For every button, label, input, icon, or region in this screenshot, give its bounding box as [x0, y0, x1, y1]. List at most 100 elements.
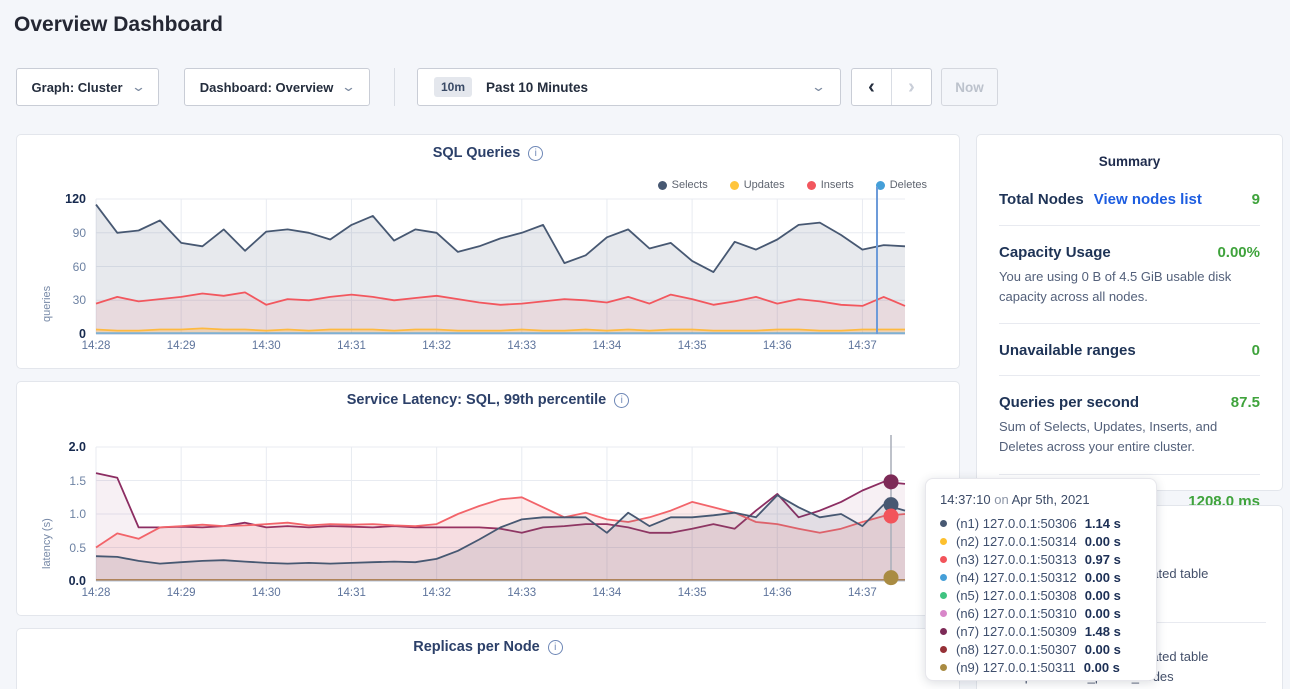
tooltip-node-row: (n3) 127.0.0.1:50313 0.97 s	[940, 550, 1142, 568]
x-axis-tick: 14:35	[662, 340, 722, 352]
divider	[999, 225, 1260, 226]
node-address: (n8) 127.0.0.1:50307	[956, 642, 1077, 657]
node-color-dot-icon	[940, 646, 947, 653]
queries-per-second-description: Sum of Selects, Updates, Inserts, and De…	[977, 411, 1282, 457]
y-axis-tick: 120	[40, 192, 86, 206]
dashboard-dropdown-label: Dashboard: Overview	[200, 80, 334, 95]
node-color-dot-icon	[940, 574, 947, 581]
capacity-usage-value: 0.00%	[1217, 244, 1260, 261]
y-axis-tick: 0.0	[40, 574, 86, 588]
x-axis-tick: 14:32	[407, 587, 467, 599]
queries-per-second-value: 87.5	[1231, 394, 1260, 411]
x-axis-tick: 14:28	[66, 587, 126, 599]
tooltip-timestamp: 14:37:10 on Apr 5th, 2021	[940, 492, 1142, 507]
queries-per-second-label: Queries per second	[999, 394, 1139, 411]
x-axis-tick: 14:33	[492, 587, 552, 599]
x-axis-tick: 14:36	[747, 340, 807, 352]
node-color-dot-icon	[940, 592, 947, 599]
chart-hover-tooltip: 14:37:10 on Apr 5th, 2021 (n1) 127.0.0.1…	[925, 478, 1157, 681]
node-address: (n7) 127.0.0.1:50309	[956, 624, 1077, 639]
x-axis-tick: 14:37	[832, 587, 892, 599]
tooltip-node-row: (n9) 127.0.0.1:50311 0.00 s	[940, 658, 1142, 676]
y-axis-label: latency (s)	[41, 465, 53, 569]
y-axis-tick: 2.0	[40, 440, 86, 454]
chevron-down-icon: ⌄	[811, 79, 826, 95]
chart-title: Replicas per Nodei	[17, 639, 959, 655]
capacity-usage-label: Capacity Usage	[999, 244, 1111, 261]
summary-title: Summary	[977, 135, 1282, 169]
time-range-badge: 10m	[434, 77, 472, 97]
prev-range-button[interactable]: ‹	[852, 69, 891, 105]
divider	[999, 323, 1260, 324]
view-nodes-list-link[interactable]: View nodes list	[1094, 191, 1202, 208]
node-address: (n2) 127.0.0.1:50314	[956, 534, 1077, 549]
node-address: (n6) 127.0.0.1:50310	[956, 606, 1077, 621]
x-axis-tick: 14:30	[236, 587, 296, 599]
node-color-dot-icon	[940, 520, 947, 527]
node-address: (n3) 127.0.0.1:50313	[956, 552, 1077, 567]
divider	[999, 375, 1260, 376]
node-address: (n9) 127.0.0.1:50311	[956, 660, 1076, 675]
node-color-dot-icon	[940, 556, 947, 563]
x-axis-tick: 14:28	[66, 340, 126, 352]
node-latency-value: 0.00 s	[1084, 660, 1120, 675]
x-axis-tick: 14:34	[577, 340, 637, 352]
service-latency-panel: Service Latency: SQL, 99th percentilei 0…	[16, 381, 960, 616]
capacity-usage-description: You are using 0 B of 4.5 GiB usable disk…	[977, 261, 1282, 307]
x-axis-tick: 14:32	[407, 340, 467, 352]
service-latency-chart[interactable]	[17, 382, 959, 615]
node-color-dot-icon	[940, 538, 947, 545]
info-icon[interactable]: i	[548, 640, 563, 655]
x-axis-tick: 14:33	[492, 340, 552, 352]
node-latency-value: 0.00 s	[1085, 534, 1121, 549]
x-axis-tick: 14:36	[747, 587, 807, 599]
tooltip-node-row: (n2) 127.0.0.1:50314 0.00 s	[940, 532, 1142, 550]
tooltip-node-row: (n4) 127.0.0.1:503120.00 s	[940, 568, 1142, 586]
tooltip-rows: (n1) 127.0.0.1:503061.14 s(n2) 127.0.0.1…	[940, 514, 1142, 676]
y-axis-tick: 0	[40, 327, 86, 341]
dashboard-dropdown[interactable]: Dashboard: Overview ⌄	[184, 68, 370, 106]
node-color-dot-icon	[940, 628, 947, 635]
tooltip-node-row: (n5) 127.0.0.1:50308 0.00 s	[940, 586, 1142, 604]
x-axis-tick: 14:30	[236, 340, 296, 352]
node-color-dot-icon	[940, 610, 947, 617]
chevron-down-icon: ⌄	[341, 79, 356, 95]
x-axis-tick: 14:35	[662, 587, 722, 599]
x-axis-tick: 14:34	[577, 587, 637, 599]
unavailable-ranges-value: 0	[1252, 342, 1260, 359]
node-address: (n4) 127.0.0.1:50312	[956, 570, 1077, 585]
graph-dropdown[interactable]: Graph: Cluster ⌄	[16, 68, 159, 106]
x-axis-tick: 14:31	[321, 587, 381, 599]
node-latency-value: 0.00 s	[1085, 606, 1121, 621]
time-pager: ‹ ›	[851, 68, 932, 106]
x-axis-tick: 14:29	[151, 587, 211, 599]
tooltip-node-row: (n8) 127.0.0.1:50307 0.00 s	[940, 640, 1142, 658]
node-latency-value: 0.00 s	[1085, 642, 1121, 657]
node-address: (n1) 127.0.0.1:50306	[956, 516, 1077, 531]
y-axis-label: queries	[41, 217, 53, 322]
node-color-dot-icon	[940, 664, 947, 671]
sql-queries-chart[interactable]	[17, 135, 959, 368]
now-button[interactable]: Now	[941, 68, 998, 106]
graph-dropdown-label: Graph: Cluster	[32, 80, 123, 95]
tooltip-node-row: (n6) 127.0.0.1:50310 0.00 s	[940, 604, 1142, 622]
node-latency-value: 0.00 s	[1085, 588, 1121, 603]
divider	[999, 474, 1260, 475]
page-title: Overview Dashboard	[14, 13, 223, 37]
time-range-label: Past 10 Minutes	[486, 80, 588, 95]
node-latency-value: 1.14 s	[1085, 516, 1121, 531]
sql-queries-panel: SQL Queriesi SelectsUpdatesInsertsDelete…	[16, 134, 960, 369]
time-range-dropdown[interactable]: 10m Past 10 Minutes ⌄	[417, 68, 841, 106]
next-range-button[interactable]: ›	[892, 69, 931, 105]
node-latency-value: 0.97 s	[1085, 552, 1121, 567]
x-axis-tick: 14:29	[151, 340, 211, 352]
summary-panel: Summary Total NodesView nodes list 9 Cap…	[976, 134, 1283, 491]
total-nodes-label: Total Nodes	[999, 191, 1084, 208]
chevron-down-icon: ⌄	[130, 79, 145, 95]
unavailable-ranges-label: Unavailable ranges	[999, 342, 1136, 359]
x-axis-tick: 14:37	[832, 340, 892, 352]
replicas-per-node-panel: Replicas per Nodei	[16, 628, 960, 689]
tooltip-node-row: (n1) 127.0.0.1:50306 1.14 s	[940, 514, 1142, 532]
x-axis-tick: 14:31	[321, 340, 381, 352]
node-address: (n5) 127.0.0.1:50308	[956, 588, 1077, 603]
